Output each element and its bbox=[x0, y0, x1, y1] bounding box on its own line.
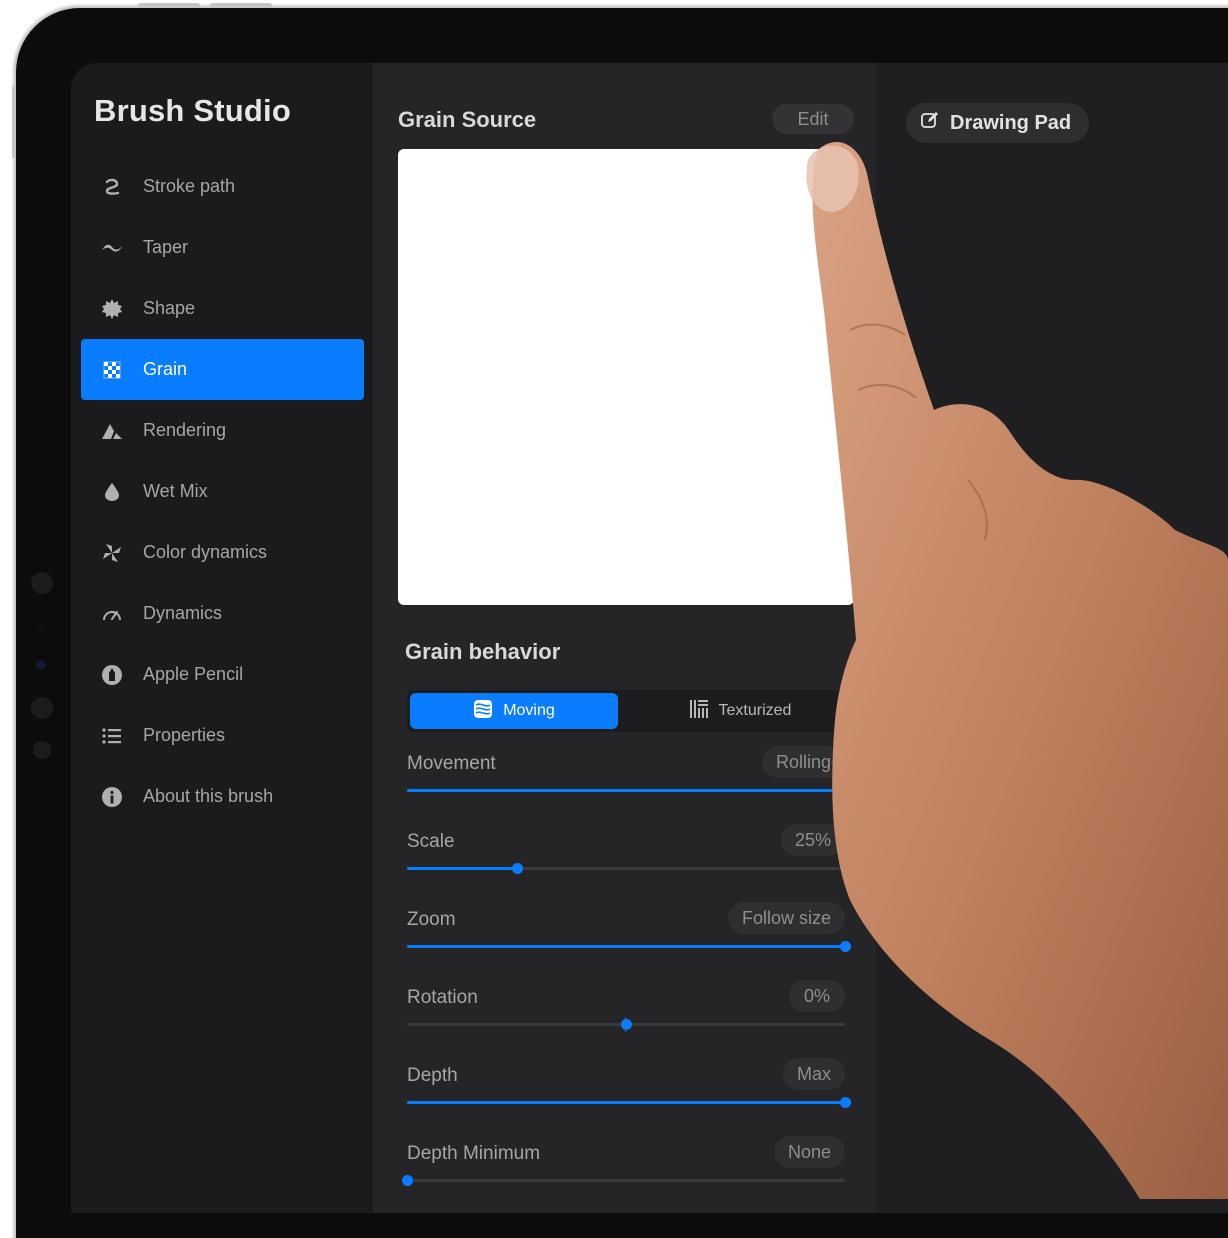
camera-sensor bbox=[31, 697, 53, 719]
setting-row-movement: Movement Rolling bbox=[407, 746, 851, 813]
setting-row-zoom: Zoom Follow size bbox=[407, 902, 851, 969]
setting-label: Movement bbox=[407, 753, 496, 774]
sidebar-item-label: Rendering bbox=[143, 420, 227, 440]
sidebar-item-taper[interactable]: Taper bbox=[81, 217, 364, 278]
moving-mode-button[interactable]: Moving bbox=[410, 693, 618, 729]
slider-track[interactable] bbox=[407, 785, 851, 796]
wet-mix-icon bbox=[99, 479, 125, 505]
sidebar-item-label: Shape bbox=[143, 298, 196, 318]
slider-knob[interactable] bbox=[621, 1019, 632, 1030]
color-dynamics-icon bbox=[99, 540, 125, 566]
grain-mode-segmented-control: Moving Texturized bbox=[407, 690, 853, 732]
apple-pencil-icon bbox=[99, 662, 125, 688]
drawing-canvas-area[interactable]: Drawing Pad bbox=[876, 63, 1228, 1213]
grain-source-title: Grain Source bbox=[398, 107, 537, 132]
sidebar-item-label: Stroke path bbox=[143, 176, 236, 196]
sidebar-item-stroke-path[interactable]: Stroke path bbox=[81, 156, 364, 217]
edit-button[interactable]: Edit bbox=[772, 104, 854, 134]
setting-label: Rotation bbox=[407, 987, 478, 1008]
sidebar-item-grain[interactable]: Grain bbox=[81, 339, 364, 400]
sidebar-item-wet-mix[interactable]: Wet Mix bbox=[81, 461, 364, 522]
setting-row-rotation: Rotation 0% bbox=[407, 980, 845, 1047]
camera-lens bbox=[36, 660, 46, 670]
slider-knob[interactable] bbox=[511, 863, 523, 874]
edit-square-icon bbox=[920, 110, 940, 136]
slider-knob[interactable] bbox=[840, 1097, 851, 1108]
sidebar-item-label: Properties bbox=[143, 725, 226, 745]
grain-source-preview[interactable] bbox=[398, 149, 854, 605]
info-icon bbox=[99, 784, 125, 810]
camera-sensor bbox=[38, 624, 45, 631]
setting-value-button[interactable]: Rolling bbox=[761, 746, 845, 778]
slider-track[interactable] bbox=[402, 1175, 845, 1186]
setting-row-depth-minimum: Depth Minimum None bbox=[402, 1136, 845, 1203]
setting-value-button[interactable]: Follow size bbox=[727, 902, 845, 934]
shape-icon bbox=[99, 296, 125, 322]
texturized-icon bbox=[689, 699, 709, 724]
moving-mode-label: Moving bbox=[503, 702, 555, 719]
texturized-mode-label: Texturized bbox=[718, 702, 792, 719]
slider-track[interactable] bbox=[407, 941, 851, 952]
screen: Brush Studio Stroke path Taper Shape Gra… bbox=[71, 63, 1228, 1213]
setting-value-button[interactable]: 25% bbox=[780, 824, 845, 856]
sidebar-item-rendering[interactable]: Rendering bbox=[81, 400, 364, 461]
taper-icon bbox=[99, 235, 125, 261]
sidebar-item-label: Apple Pencil bbox=[143, 664, 244, 684]
sidebar-item-label: Color dynamics bbox=[143, 542, 268, 562]
sidebar-item-shape[interactable]: Shape bbox=[81, 278, 364, 339]
sidebar: Brush Studio Stroke path Taper Shape Gra… bbox=[71, 63, 373, 1213]
setting-value-button[interactable]: 0% bbox=[789, 980, 845, 1012]
dynamics-icon bbox=[99, 601, 125, 627]
grain-icon bbox=[99, 357, 125, 383]
slider-knob[interactable] bbox=[840, 941, 851, 952]
slider-knob[interactable] bbox=[840, 785, 851, 796]
setting-label: Depth Minimum bbox=[407, 1143, 541, 1164]
properties-icon bbox=[99, 723, 125, 749]
setting-label: Scale bbox=[407, 831, 455, 852]
setting-value-button[interactable]: None bbox=[773, 1136, 845, 1168]
slider-fill bbox=[407, 945, 845, 948]
volume-button bbox=[138, 3, 200, 8]
grain-behavior-title: Grain behavior bbox=[405, 639, 561, 664]
sidebar-item-apple-pencil[interactable]: Apple Pencil bbox=[81, 644, 364, 705]
sidebar-item-label: Dynamics bbox=[143, 603, 223, 623]
camera-sensor bbox=[31, 572, 53, 594]
settings-panel: Grain Source Edit Grain behavior Moving … bbox=[373, 63, 876, 1213]
setting-value-button[interactable]: Max bbox=[782, 1058, 845, 1090]
sidebar-item-color-dynamics[interactable]: Color dynamics bbox=[81, 522, 364, 583]
camera-sensor bbox=[33, 741, 51, 759]
sidebar-item-label: Wet Mix bbox=[143, 481, 208, 501]
sidebar-item-label: Grain bbox=[143, 359, 188, 379]
moving-icon bbox=[473, 699, 493, 724]
setting-label: Depth bbox=[407, 1065, 458, 1086]
sidebar-item-label: About this brush bbox=[143, 786, 274, 806]
sidebar-item-label: Taper bbox=[143, 237, 189, 257]
app-title: Brush Studio bbox=[94, 93, 291, 128]
slider-fill bbox=[407, 1101, 845, 1104]
rendering-icon bbox=[99, 418, 125, 444]
sidebar-item-dynamics[interactable]: Dynamics bbox=[81, 583, 364, 644]
volume-button bbox=[210, 3, 272, 8]
sidebar-item-properties[interactable]: Properties bbox=[81, 705, 364, 766]
setting-label: Zoom bbox=[407, 909, 456, 930]
drawing-pad-label: Drawing Pad bbox=[950, 111, 1072, 134]
setting-row-depth: Depth Max bbox=[407, 1058, 851, 1125]
slider-track[interactable] bbox=[407, 1017, 845, 1032]
drawing-pad-button[interactable]: Drawing Pad bbox=[906, 103, 1090, 143]
slider-fill bbox=[407, 867, 517, 870]
slider-knob[interactable] bbox=[402, 1175, 413, 1186]
slider-fill bbox=[407, 789, 845, 792]
texturized-mode-button[interactable]: Texturized bbox=[630, 693, 850, 729]
slider-track[interactable] bbox=[407, 863, 845, 874]
slider-track[interactable] bbox=[407, 1097, 851, 1108]
setting-row-scale: Scale 25% bbox=[407, 824, 845, 891]
side-button bbox=[12, 86, 16, 158]
stroke-path-icon bbox=[99, 174, 125, 200]
sidebar-item-about[interactable]: About this brush bbox=[81, 766, 364, 827]
